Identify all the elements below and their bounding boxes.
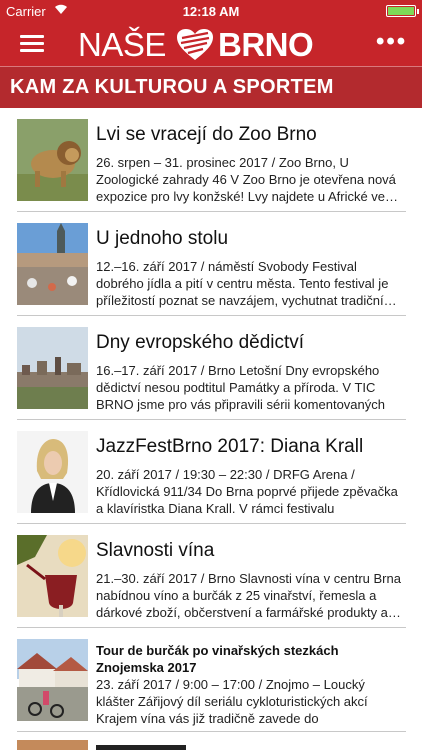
cyclists-village-photo	[17, 639, 88, 721]
event-item-jazz[interactable]: JazzFestBrno 2017: Diana Krall 20. září …	[0, 420, 422, 524]
event-item-heritage[interactable]: Dny evropského dědictví 16.–17. září 201…	[0, 316, 422, 420]
event-title: U jednoho stolu	[96, 228, 229, 249]
event-description: 26. srpen – 31. prosinec 2017 / Zoo Brno…	[96, 155, 399, 204]
app-logo: NAŠE BRNO	[78, 26, 338, 63]
event-description: 12.–16. září 2017 / náměstí Svobody Fest…	[96, 259, 397, 308]
event-item-lions[interactable]: Lvi se vracejí do Zoo Brno 26. srpen – 3…	[0, 108, 422, 212]
nav-bar: NAŠE BRNO •••	[0, 22, 422, 66]
event-list: Lvi se vracejí do Zoo Brno 26. srpen – 3…	[0, 108, 422, 750]
event-item-table[interactable]: U jednoho stolu 12.–16. září 2017 / námě…	[0, 212, 422, 316]
event-description: 21.–30. září 2017 / Brno Slavnosti vína …	[96, 571, 401, 620]
menu-icon[interactable]	[20, 35, 44, 53]
section-header: KAM ZA KULTUROU A SPORTEM	[0, 66, 422, 108]
next-item-title-fragment	[96, 745, 186, 750]
event-title: Tour de burčák po vinařských stezkách Zn…	[96, 643, 339, 675]
square-photo	[17, 223, 88, 305]
status-time: 12:18 AM	[182, 4, 240, 19]
divider	[17, 731, 406, 732]
event-title: Slavnosti vína	[96, 540, 215, 561]
battery-icon	[386, 5, 419, 17]
lion-photo	[17, 119, 88, 201]
next-item-thumbnail	[17, 740, 88, 750]
event-item-tour[interactable]: Tour de burčák po vinařských stezkách Zn…	[0, 628, 422, 732]
event-description: 23. září 2017 / 9:00 – 17:00 / Znojmo – …	[96, 677, 368, 726]
section-title: KAM ZA KULTUROU A SPORTEM	[10, 76, 334, 98]
wine-pour-photo	[17, 535, 88, 617]
city-panorama-photo	[17, 327, 88, 409]
heart-icon	[177, 29, 213, 60]
logo-text-right: BRNO	[218, 26, 314, 63]
event-description: 20. září 2017 / 19:30 – 22:30 / DRFG Are…	[96, 467, 398, 516]
more-options-icon[interactable]: •••	[376, 30, 405, 54]
event-description: 16.–17. září 2017 / Brno Letošní Dny evr…	[96, 363, 385, 412]
event-title: JazzFestBrno 2017: Diana Krall	[96, 436, 364, 457]
status-bar: Carrier 12:18 AM	[0, 0, 422, 22]
event-title: Lvi se vracejí do Zoo Brno	[96, 124, 317, 145]
event-title: Dny evropského dědictví	[96, 332, 305, 353]
singer-portrait-photo	[17, 431, 88, 513]
event-item-wine[interactable]: Slavnosti vína 21.–30. září 2017 / Brno …	[0, 524, 422, 628]
logo-text-left: NAŠE	[78, 26, 166, 63]
